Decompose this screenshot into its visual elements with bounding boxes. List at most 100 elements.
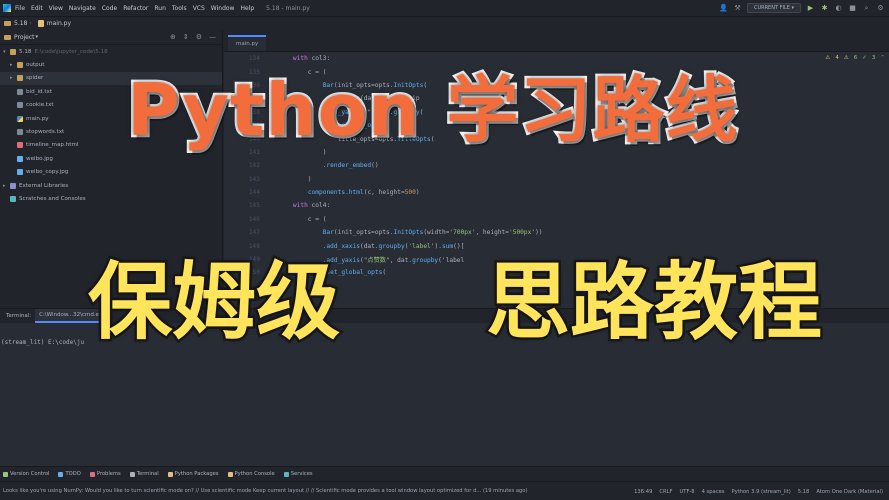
options-gear-icon[interactable]: ⚙ [196, 33, 202, 41]
tree-item-label: weibo_copy.jpg [26, 169, 69, 176]
tool-python-console[interactable]: Python Console [227, 471, 275, 477]
code-line[interactable]: 145 with col4: [224, 199, 889, 212]
window-title: 5.18 - main.py [266, 4, 310, 12]
settings-gear-icon[interactable]: ⚙ [876, 4, 885, 13]
line-number: 147 [248, 229, 260, 237]
debug-icon[interactable]: ✱ [820, 4, 829, 13]
editor-tab-bar: main.py [224, 30, 889, 52]
line-separator[interactable]: CRLF [659, 489, 672, 495]
image-file-icon [17, 169, 23, 176]
tool-label: Services [290, 471, 313, 477]
status-message[interactable]: Looks like you're using NumPy: Would you… [3, 488, 528, 494]
menu-edit[interactable]: Edit [31, 5, 43, 12]
tree-item-label: cookie.txt [26, 102, 54, 109]
tool-label: TODO [65, 471, 81, 477]
code-line[interactable]: 147 Bar(init_opts=opts.InitOpts(width='7… [224, 226, 889, 239]
tool-terminal[interactable]: Terminal [129, 471, 159, 477]
run-icon[interactable]: ▶ [806, 4, 815, 13]
text-file-icon [17, 129, 23, 136]
collapse-all-icon[interactable]: ⇕ [183, 33, 189, 41]
code-text: c = ( [278, 215, 327, 223]
chevron-down-icon[interactable]: ▾ [36, 34, 39, 40]
tree-external-libraries[interactable]: ▸ External Libraries [0, 179, 222, 192]
user-icon[interactable]: 👤 [719, 4, 728, 13]
line-number: 148 [248, 242, 260, 250]
tool-python-packages[interactable]: Python Packages [167, 471, 219, 477]
chevron-right-icon[interactable]: ▸ [10, 75, 17, 81]
file-encoding[interactable]: UTF-8 [679, 489, 694, 495]
chevron-right-icon[interactable]: ▸ [10, 62, 17, 68]
code-line[interactable]: 148 .add_xaxis(dat.groupby('label').sum(… [224, 239, 889, 252]
menu-tools[interactable]: Tools [172, 5, 187, 12]
breadcrumb-file[interactable]: main.py [47, 20, 71, 27]
tree-item-label: main.py [26, 115, 49, 122]
tree-root-name: 5.18 [19, 48, 32, 55]
code-text: with col3: [292, 55, 331, 63]
python-file-icon [37, 20, 44, 27]
chevron-down-icon[interactable]: ▾ [3, 49, 10, 55]
folder-icon [17, 75, 23, 82]
terminal-title: Terminal: [6, 313, 32, 319]
todo-icon [58, 471, 64, 477]
tool-label: Problems [96, 471, 121, 477]
tool-problems[interactable]: Problems [89, 471, 121, 477]
menu-bar: File Edit View Navigate Code Refactor Ru… [0, 0, 889, 16]
caret-position[interactable]: 136:49 [634, 489, 652, 495]
tab-main-py[interactable]: main.py [228, 35, 267, 51]
line-number: 144 [248, 189, 260, 197]
search-icon[interactable]: ⌕ [862, 4, 871, 13]
menu-run[interactable]: Run [154, 5, 166, 12]
tree-scratches[interactable]: Scratches and Consoles [0, 192, 222, 205]
python-console-icon [227, 471, 233, 477]
menu-window[interactable]: Window [211, 5, 235, 12]
menu-navigate[interactable]: Navigate [69, 5, 96, 12]
image-file-icon [17, 155, 23, 162]
menu-refactor[interactable]: Refactor [123, 5, 148, 12]
code-line[interactable]: 144 components.html(c, height=500) [224, 186, 889, 199]
menu-code[interactable]: Code [102, 5, 117, 12]
tree-item[interactable]: weibo_copy.jpg [0, 166, 222, 179]
coverage-icon[interactable]: ◐ [834, 4, 843, 13]
code-text: .add_xaxis(dat.groupby('label').sum()[ [322, 242, 465, 250]
tool-label: Python Console [234, 471, 275, 477]
select-opened-file-icon[interactable]: ⊕ [170, 33, 176, 41]
indent-setting[interactable]: 4 spaces [702, 489, 725, 495]
line-number: 134 [248, 55, 260, 63]
breadcrumb-separator: › [29, 20, 32, 27]
line-number: 142 [248, 162, 260, 170]
text-file-icon [17, 88, 23, 95]
code-text: components.html(c, height=500) [307, 189, 420, 197]
code-line[interactable]: 143 ) [224, 173, 889, 186]
status-bar: Looks like you're using NumPy: Would you… [0, 481, 889, 500]
menu-help[interactable]: Help [240, 5, 254, 12]
project-name[interactable]: 5.18 [798, 489, 810, 495]
menu-vcs[interactable]: VCS [193, 5, 205, 12]
tool-label: Python Packages [174, 471, 219, 477]
tool-version-control[interactable]: Version Control [3, 471, 49, 477]
folder-icon [17, 62, 23, 69]
tool-todo[interactable]: TODO [58, 471, 81, 477]
stop-icon[interactable]: ■ [848, 4, 857, 13]
tool-label: Terminal [136, 471, 159, 477]
menu-view[interactable]: View [49, 5, 63, 12]
tree-root[interactable]: ▾ 5.18 E:\code\jupyter_code\5.18 [0, 45, 222, 58]
version-control-icon [3, 471, 8, 477]
toolbar-right: 👤 ⚒ CURRENT FILE ▾ ▶ ✱ ◐ ■ ⌕ ⚙ [719, 0, 889, 16]
theme-name[interactable]: Atom One Dark (Material) [816, 489, 883, 495]
project-panel-tools: ⊕ ⇕ ⚙ — [170, 33, 216, 41]
code-text: ) [278, 175, 312, 183]
tree-item-label: spider [26, 75, 44, 82]
breadcrumb-project[interactable]: 5.18 [14, 20, 27, 27]
code-line[interactable]: 142 .render_embed() [224, 159, 889, 172]
problems-icon [89, 471, 95, 477]
code-line[interactable]: 146 c = ( [224, 213, 889, 226]
tree-item-label: output [26, 62, 45, 69]
run-configuration-select[interactable]: CURRENT FILE ▾ [746, 3, 801, 13]
chevron-right-icon[interactable]: ▸ [3, 183, 10, 189]
overlay-caption-right: 思路教程 [484, 251, 825, 354]
menu-file[interactable]: File [15, 5, 25, 12]
python-interpreter[interactable]: Python 3.9 (stream_lit) [731, 489, 790, 495]
tool-services[interactable]: Services [283, 471, 313, 477]
build-hammer-icon[interactable]: ⚒ [733, 4, 742, 13]
hide-icon[interactable]: — [209, 33, 216, 41]
